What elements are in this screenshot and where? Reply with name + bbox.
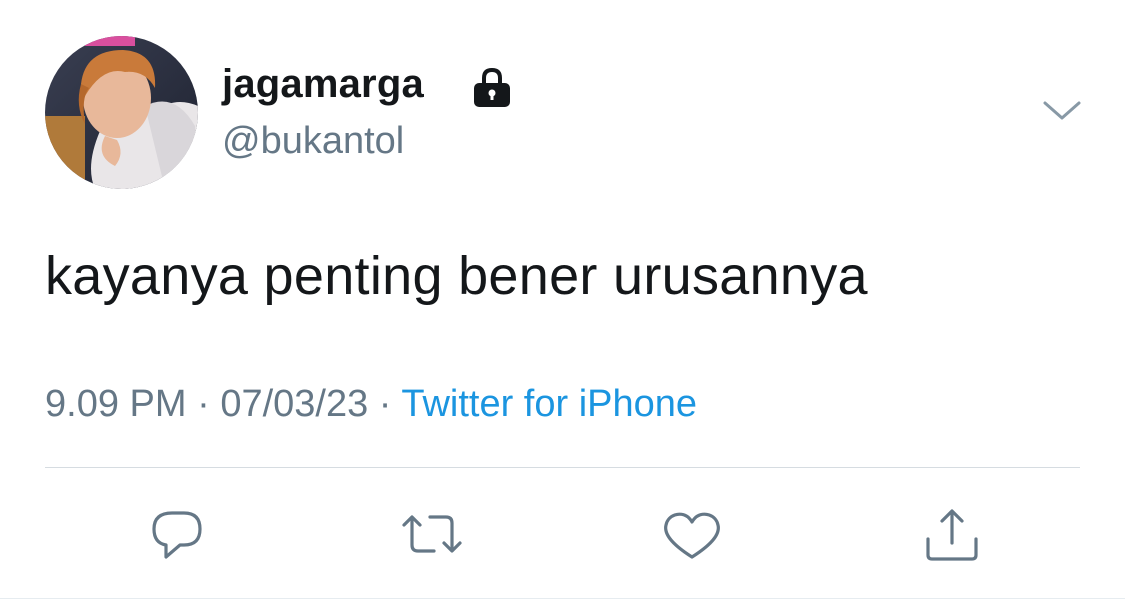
share-button[interactable] [920, 505, 984, 565]
tweet-source-link[interactable]: Twitter for iPhone [401, 383, 697, 425]
share-icon [926, 509, 978, 561]
tweet-date: 07/03/23 [220, 383, 369, 425]
chevron-down-icon[interactable] [1040, 95, 1084, 125]
reply-icon [152, 511, 202, 559]
heart-icon [664, 512, 720, 559]
bottom-border [0, 598, 1125, 599]
lock-icon [470, 66, 514, 108]
tweet-meta: 9.09 PM · 07/03/23 · Twitter for iPhone [45, 383, 697, 426]
retweet-button[interactable] [400, 505, 464, 565]
like-button[interactable] [660, 505, 724, 565]
reply-button[interactable] [146, 505, 210, 565]
tweet-time: 9.09 PM [45, 383, 187, 425]
user-handle[interactable]: @bukantol [222, 120, 404, 163]
retweet-icon [402, 515, 462, 553]
avatar-image [45, 36, 198, 189]
tweet-text: kayanya penting bener urusannya [45, 246, 868, 306]
divider [45, 467, 1080, 468]
meta-separator: · [197, 383, 210, 425]
display-name[interactable]: jagamarga [222, 62, 424, 107]
tweet-card: jagamarga @bukantol kayanya penting bene… [0, 0, 1125, 601]
avatar[interactable] [45, 36, 198, 189]
meta-separator: · [378, 383, 392, 425]
